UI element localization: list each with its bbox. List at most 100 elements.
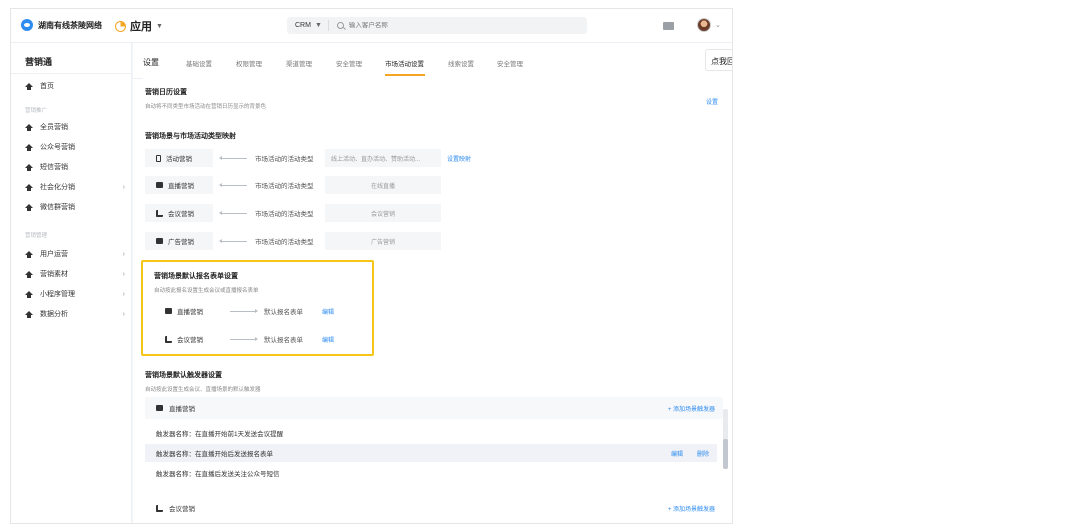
mapping-row: 会议营销 市场活动的活动类型 会议营销 xyxy=(145,204,441,222)
sidebar: 营销通 首页 营销推广 全员营销 公众号营销 短信营销 社会化分销 › 微信群营… xyxy=(11,43,132,523)
sidebar-item-label: 公众号营销 xyxy=(40,144,75,151)
trigger-section-desc: 自动按此设置生成会议、直播场景的默认触发器 xyxy=(145,387,261,393)
mapping-row: 广告营销 市场活动的活动类型 广告营销 xyxy=(145,232,441,250)
trigger-row-actions: 编辑 删除 xyxy=(671,449,709,458)
chevron-right-icon: › xyxy=(122,250,125,258)
form-row-label: 默认报名表单 xyxy=(264,337,303,344)
scene-tag-label: 直播营销 xyxy=(168,183,194,190)
edit-trigger-button[interactable]: 编辑 xyxy=(671,449,683,458)
sidebar-item-sms[interactable]: 短信营销 xyxy=(25,161,125,173)
scene-tag: 广告营销 xyxy=(145,232,213,250)
arrow-left-icon xyxy=(219,238,247,243)
trigger-group-header: 会议营销 + 添加场景触发器 xyxy=(145,497,723,519)
global-search: CRM ▼ xyxy=(287,17,587,34)
mapping-value[interactable]: 广告营销 xyxy=(325,232,441,250)
delete-trigger-button[interactable]: 删除 xyxy=(697,449,709,458)
tab-lead-settings[interactable]: 线索设置 xyxy=(448,58,474,68)
corner-help-button[interactable]: 点我回 xyxy=(705,49,732,71)
scene-tag-label: 直播营销 xyxy=(177,309,203,316)
sidebar-title: 营销通 xyxy=(25,57,53,67)
mapping-value[interactable]: 会议营销 xyxy=(325,204,441,222)
mapping-row: 直播营销 市场活动的活动类型 在线直播 xyxy=(145,176,441,194)
brand-logo[interactable]: 湖南有线茶陵网络 xyxy=(21,19,102,31)
chevron-down-icon: ▼ xyxy=(156,22,163,30)
sidebar-item-social-distribution[interactable]: 社会化分销 › xyxy=(25,181,125,193)
form-section-desc: 自动按此报名设置生成会议或直播报名表单 xyxy=(154,288,259,294)
form-row-label: 默认报名表单 xyxy=(264,309,303,316)
home-icon xyxy=(25,203,33,211)
trigger-group-label: 会议营销 xyxy=(169,506,195,513)
brand-name: 湖南有线茶陵网络 xyxy=(38,20,102,30)
search-scope-label: CRM xyxy=(295,22,311,29)
mail-icon[interactable] xyxy=(663,22,674,30)
search-scope-select[interactable]: CRM ▼ xyxy=(287,20,329,31)
tab-basic[interactable]: 基础设置 xyxy=(186,58,212,68)
brand-logo-icon xyxy=(21,19,33,31)
search-input[interactable] xyxy=(348,22,549,29)
tab-security-2[interactable]: 安全管理 xyxy=(497,58,523,68)
sidebar-item-wechat-group[interactable]: 微信群营销 xyxy=(25,201,125,213)
edit-form-link[interactable]: 编辑 xyxy=(322,335,334,344)
add-trigger-button[interactable]: + 添加场景触发器 xyxy=(668,504,715,513)
scene-tag-label: 会议营销 xyxy=(177,337,203,344)
trigger-row[interactable]: 触发器名称：在直播开始后发送报名表单 编辑 删除 xyxy=(145,444,717,462)
sidebar-item-analytics[interactable]: 数据分析 › xyxy=(25,308,125,320)
sidebar-item-mini-program[interactable]: 小程序管理 › xyxy=(25,288,125,300)
trigger-group-label: 直播营销 xyxy=(169,406,195,413)
scrollbar-thumb[interactable] xyxy=(723,439,728,469)
tab-campaign-settings[interactable]: 市场活动设置 xyxy=(385,58,424,68)
arrow-left-icon xyxy=(219,182,247,187)
sidebar-item-user-ops[interactable]: 用户运营 › xyxy=(25,248,125,260)
home-icon xyxy=(25,123,33,131)
chevron-right-icon: › xyxy=(122,270,125,278)
calendar-settings-link[interactable]: 设置 xyxy=(706,97,718,106)
tab-permissions[interactable]: 权限管理 xyxy=(236,58,262,68)
home-icon xyxy=(25,250,33,258)
mapping-row-label: 市场活动的活动类型 xyxy=(255,156,314,163)
mapping-section-title: 营销场景与市场活动类型映射 xyxy=(145,133,236,140)
settings-tabs: 设置 基础设置 权限管理 渠道管理 安全管理 市场活动设置 线索设置 安全管理 … xyxy=(133,43,732,503)
mapping-value[interactable]: 在线直播 xyxy=(325,176,441,194)
meeting-icon xyxy=(156,504,163,512)
tab-channels[interactable]: 渠道管理 xyxy=(286,58,312,68)
chevron-right-icon: › xyxy=(122,310,125,318)
sidebar-item-home[interactable]: 首页 xyxy=(25,80,125,92)
home-icon xyxy=(25,290,33,298)
form-section-title: 营销场景默认报名表单设置 xyxy=(154,273,238,280)
sidebar-item-materials[interactable]: 营销素材 › xyxy=(25,268,125,280)
trigger-row[interactable]: 触发器名称：在直播后发送关注公众号短信 xyxy=(145,464,717,482)
sidebar-item-all-staff[interactable]: 全员营销 xyxy=(25,121,125,133)
trigger-group-header: 直播营销 + 添加场景触发器 xyxy=(145,397,723,419)
sidebar-item-label: 短信营销 xyxy=(40,164,68,171)
video-icon xyxy=(165,308,172,314)
tab-security[interactable]: 安全管理 xyxy=(336,58,362,68)
sidebar-item-official-account[interactable]: 公众号营销 xyxy=(25,141,125,153)
calendar-section-desc: 自动将不同类型市场活动在营销日历显示的背景色 xyxy=(145,104,267,110)
document-icon xyxy=(156,154,161,162)
add-trigger-button[interactable]: + 添加场景触发器 xyxy=(668,404,715,413)
mapping-value[interactable]: 线上活动、直办活动、赞助活动... xyxy=(325,149,441,167)
chevron-down-icon: ▼ xyxy=(314,22,322,29)
top-bar: 湖南有线茶陵网络 应用 ▼ CRM ▼ ⌄ xyxy=(11,9,732,43)
set-mapping-link[interactable]: 设置映射 xyxy=(447,154,471,163)
form-row: 会议营销 默认报名表单 编辑 xyxy=(154,330,334,348)
scene-tag: 活动营销 xyxy=(145,149,213,167)
sidebar-group-label: 营销推广 xyxy=(25,108,48,114)
home-icon xyxy=(25,270,33,278)
edit-form-link[interactable]: 编辑 xyxy=(322,307,334,316)
app-switcher[interactable]: 应用 ▼ xyxy=(115,18,163,34)
form-row: 直播营销 默认报名表单 编辑 xyxy=(154,302,334,320)
home-icon xyxy=(25,310,33,318)
chevron-down-icon[interactable]: ⌄ xyxy=(715,21,721,29)
add-trigger-label: 添加场景触发器 xyxy=(672,407,715,413)
add-trigger-label: 添加场景触发器 xyxy=(672,507,715,513)
trigger-row[interactable]: 触发器名称：在直播开始前1天发送会议提醒 xyxy=(145,424,717,442)
sidebar-item-label: 数据分析 xyxy=(40,311,68,318)
scene-tag-label: 活动营销 xyxy=(166,156,192,163)
video-icon xyxy=(156,405,163,411)
active-tab-indicator xyxy=(385,74,425,76)
avatar[interactable] xyxy=(697,18,711,32)
sidebar-item-label: 用户运营 xyxy=(40,251,68,258)
arrow-right-icon xyxy=(230,308,258,313)
trigger-row-name: 触发器名称：在直播开始前1天发送会议提醒 xyxy=(156,431,284,438)
